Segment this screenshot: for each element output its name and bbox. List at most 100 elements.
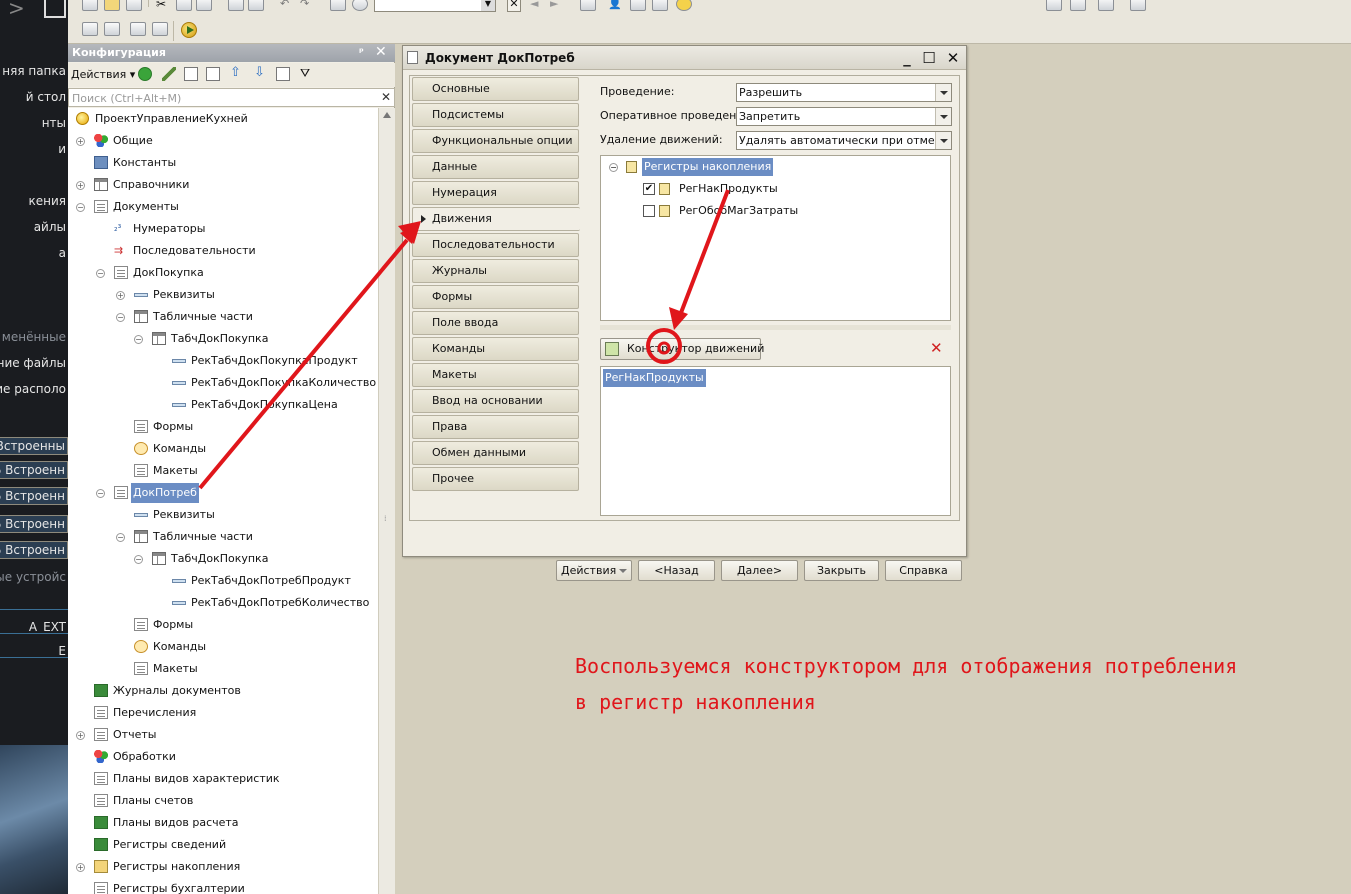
- document-icon[interactable]: [652, 0, 668, 11]
- preview-icon[interactable]: [248, 0, 264, 11]
- tree-node[interactable]: РекТабчДокПокупкаПродукт: [68, 351, 378, 371]
- scroll-up-icon[interactable]: [383, 112, 391, 118]
- tab-item[interactable]: Права: [412, 415, 579, 439]
- tab-item[interactable]: Журналы: [412, 259, 579, 283]
- print-icon[interactable]: [228, 0, 244, 11]
- tree-node[interactable]: РекТабчДокПотребКоличество: [68, 593, 378, 613]
- save-icon[interactable]: [126, 0, 142, 11]
- tree-node[interactable]: + Общие: [68, 131, 378, 151]
- tree-node[interactable]: ⇉ Последовательности: [68, 241, 378, 261]
- toolbar-search-input[interactable]: ▼: [374, 0, 496, 12]
- expand-icon[interactable]: +: [76, 181, 85, 190]
- clear-search-icon[interactable]: ✕: [381, 90, 391, 104]
- expand-icon[interactable]: +: [76, 137, 85, 146]
- tree-node[interactable]: + Регистры накопления: [68, 857, 378, 877]
- tab-item[interactable]: Формы: [412, 285, 579, 309]
- tab-item[interactable]: Данные: [412, 155, 579, 179]
- move-down-icon[interactable]: ⇩: [254, 66, 268, 81]
- tree-node[interactable]: Команды: [68, 439, 378, 459]
- tree-node[interactable]: + Отчеты: [68, 725, 378, 745]
- tab-item[interactable]: Нумерация: [412, 181, 579, 205]
- tab-item[interactable]: Обмен данными: [412, 441, 579, 465]
- tree-node[interactable]: − Документы: [68, 197, 378, 217]
- copy-icon[interactable]: [176, 0, 192, 11]
- redo-icon[interactable]: ↷: [300, 0, 316, 11]
- tree-node[interactable]: Реквизиты: [68, 505, 378, 525]
- desktop-item[interactable]: Б Встроенн: [0, 461, 68, 479]
- compare-icon[interactable]: [104, 22, 120, 36]
- checklist-icon[interactable]: [630, 0, 646, 11]
- realtime-posting-select[interactable]: Запретить: [736, 107, 952, 126]
- desktop-item[interactable]: нты: [0, 115, 68, 133]
- user-icon[interactable]: 👤: [608, 0, 624, 11]
- tab-item[interactable]: Ввод на основании: [412, 389, 579, 413]
- find-next-icon[interactable]: ◄: [530, 0, 546, 11]
- tree-node[interactable]: Обработки: [68, 747, 378, 767]
- register-checkbox[interactable]: ✔: [643, 183, 655, 195]
- tree-node[interactable]: Формы: [68, 417, 378, 437]
- desktop-item[interactable]: Б Встроенн: [0, 541, 68, 559]
- minimize-button[interactable]: _: [897, 48, 917, 68]
- desktop-item[interactable]: Б Встроенн: [0, 515, 68, 533]
- database-icon[interactable]: [130, 22, 146, 36]
- tab-item[interactable]: Подсистемы: [412, 103, 579, 127]
- edit-icon[interactable]: [162, 67, 176, 81]
- tab-item[interactable]: Основные: [412, 77, 579, 101]
- tab-item[interactable]: Поле ввода: [412, 311, 579, 335]
- tree-node[interactable]: Журналы документов: [68, 681, 378, 701]
- close-dialog-button[interactable]: Закрыть: [804, 560, 879, 581]
- layout-icon-2[interactable]: [1070, 0, 1086, 11]
- find-icon[interactable]: [330, 0, 346, 11]
- sort-icon[interactable]: [276, 67, 290, 81]
- tree-node[interactable]: Константы: [68, 153, 378, 173]
- tree-node[interactable]: Формы: [68, 615, 378, 635]
- tree-node[interactable]: Макеты: [68, 659, 378, 679]
- tree-node[interactable]: − Табличные части: [68, 527, 378, 547]
- scroll-grip-icon[interactable]: ⁞: [384, 514, 387, 523]
- actions-button[interactable]: Действия: [556, 560, 632, 581]
- filter-icon[interactable]: ⛛: [300, 67, 314, 81]
- run-debug-icon[interactable]: [181, 22, 197, 38]
- collapse-icon[interactable]: −: [116, 313, 125, 322]
- expand-icon[interactable]: +: [76, 731, 85, 740]
- desktop-item[interactable]: айлы: [0, 219, 68, 237]
- cut-icon[interactable]: ✂: [156, 0, 172, 11]
- tab-item[interactable]: Функциональные опции: [412, 129, 579, 153]
- layout-icon-4[interactable]: [1130, 0, 1146, 11]
- help-button[interactable]: Справка: [885, 560, 962, 581]
- move-up-icon[interactable]: ⇧: [230, 66, 244, 81]
- tree-node[interactable]: РекТабчДокПотребПродукт: [68, 571, 378, 591]
- back-button[interactable]: <Назад: [638, 560, 715, 581]
- desktop-item[interactable]: A_EXT: [0, 619, 68, 637]
- tree-node[interactable]: Планы видов характеристик: [68, 769, 378, 789]
- desktop-item[interactable]: E: [0, 643, 68, 661]
- undo-icon[interactable]: ↶: [280, 0, 296, 11]
- tree-node[interactable]: Макеты: [68, 461, 378, 481]
- desktop-item[interactable]: ные устройс: [0, 569, 68, 587]
- tab-item[interactable]: Прочее: [412, 467, 579, 491]
- collapse-icon[interactable]: −: [96, 489, 105, 498]
- tab-item[interactable]: Команды: [412, 337, 579, 361]
- close-icon[interactable]: ✕: [375, 43, 387, 61]
- tree-node[interactable]: Команды: [68, 637, 378, 657]
- tree-node[interactable]: + Реквизиты: [68, 285, 378, 305]
- tree-node[interactable]: − ТабчДокПокупка: [68, 549, 378, 569]
- window-list-icon[interactable]: [580, 0, 596, 11]
- toolbar-search-clear-icon[interactable]: ✕: [507, 0, 521, 12]
- desktop-item[interactable]: й стол: [0, 89, 68, 107]
- tree-node[interactable]: ПроектУправлениеКухней: [68, 109, 378, 129]
- desktop-item[interactable]: няя папка: [0, 63, 68, 81]
- tree-node[interactable]: Планы видов расчета: [68, 813, 378, 833]
- expand-icon[interactable]: +: [116, 291, 125, 300]
- next-button[interactable]: Далее>: [721, 560, 798, 581]
- desktop-item[interactable]: кения: [0, 193, 68, 211]
- delete-movements-icon[interactable]: ✕: [930, 341, 943, 356]
- desktop-item[interactable]: Б Встроенн: [0, 487, 68, 505]
- add-icon[interactable]: [138, 67, 152, 81]
- tab-item[interactable]: Макеты: [412, 363, 579, 387]
- tree-node[interactable]: РекТабчДокПокупкаКоличество: [68, 373, 378, 393]
- copy-item-icon[interactable]: [184, 67, 198, 81]
- maximize-button[interactable]: ☐: [919, 48, 939, 68]
- close-button[interactable]: ✕: [943, 48, 963, 68]
- collapse-icon[interactable]: −: [134, 335, 143, 344]
